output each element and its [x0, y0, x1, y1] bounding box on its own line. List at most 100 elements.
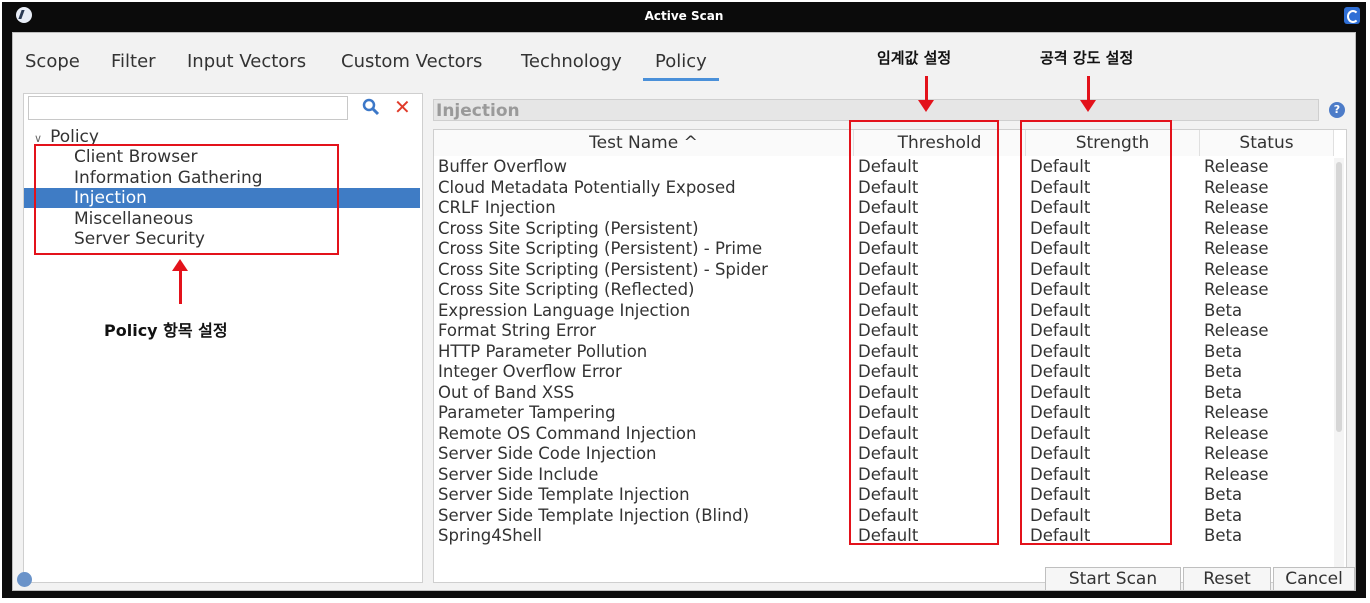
status-cell[interactable]: Release	[1204, 280, 1268, 301]
status-cell[interactable]: Release	[1204, 157, 1268, 178]
tab-filter[interactable]: Filter	[111, 51, 156, 72]
status-cell[interactable]: Beta	[1204, 506, 1242, 527]
scrollbar-thumb[interactable]	[1336, 162, 1342, 432]
table-row[interactable]: Cross Site Scripting (Reflected) Default D…	[434, 280, 1332, 301]
table-row[interactable]: Server Side Template Injection Default Def…	[434, 485, 1332, 506]
table-row[interactable]: HTTP Parameter Pollution Default Default Be…	[434, 342, 1332, 363]
column-header-status[interactable]: Status	[1200, 130, 1334, 156]
status-cell[interactable]: Beta	[1204, 526, 1242, 547]
search-icon[interactable]	[362, 98, 380, 116]
threshold-cell[interactable]: Default	[858, 362, 918, 383]
threshold-cell[interactable]: Default	[858, 403, 918, 424]
strength-cell[interactable]: Default	[1030, 485, 1090, 506]
status-cell[interactable]: Beta	[1204, 301, 1242, 322]
strength-cell[interactable]: Default	[1030, 506, 1090, 527]
table-row[interactable]: Spring4Shell Default Default Beta	[434, 526, 1332, 547]
threshold-cell[interactable]: Default	[858, 239, 918, 260]
threshold-cell[interactable]: Default	[858, 219, 918, 240]
threshold-cell[interactable]: Default	[858, 526, 918, 547]
cancel-button[interactable]: Cancel	[1273, 567, 1355, 591]
table-row[interactable]: Server Side Template Injection (Blind) De…	[434, 506, 1332, 527]
tab-policy[interactable]: Policy	[643, 51, 719, 81]
status-cell[interactable]: Release	[1204, 403, 1268, 424]
strength-cell[interactable]: Default	[1030, 178, 1090, 199]
strength-cell[interactable]: Default	[1030, 444, 1090, 465]
strength-cell[interactable]: Default	[1030, 280, 1090, 301]
threshold-cell[interactable]: Default	[858, 465, 918, 486]
status-cell[interactable]: Release	[1204, 321, 1268, 342]
strength-cell[interactable]: Default	[1030, 403, 1090, 424]
help-icon[interactable]: ?	[1329, 102, 1345, 118]
status-cell[interactable]: Beta	[1204, 485, 1242, 506]
tab-scope[interactable]: Scope	[25, 51, 80, 72]
threshold-cell[interactable]: Default	[858, 198, 918, 219]
status-cell[interactable]: Release	[1204, 465, 1268, 486]
threshold-cell[interactable]: Default	[858, 424, 918, 445]
tab-custom-vectors[interactable]: Custom Vectors	[341, 51, 482, 72]
table-row[interactable]: Cross Site Scripting (Persistent) - Spid…	[434, 260, 1332, 281]
window-menu-icon[interactable]	[1344, 7, 1360, 24]
strength-cell[interactable]: Default	[1030, 321, 1090, 342]
threshold-cell[interactable]: Default	[858, 280, 918, 301]
table-row[interactable]: Cross Site Scripting (Persistent) Default…	[434, 219, 1332, 240]
column-header-strength[interactable]: Strength	[1026, 130, 1200, 156]
table-row[interactable]: Expression Language Injection Default Defa…	[434, 301, 1332, 322]
strength-cell[interactable]: Default	[1030, 198, 1090, 219]
threshold-cell[interactable]: Default	[858, 178, 918, 199]
threshold-cell[interactable]: Default	[858, 260, 918, 281]
clear-icon[interactable]: ✕	[394, 97, 411, 117]
tree-item-server-security[interactable]: Server Security	[24, 229, 420, 249]
table-row[interactable]: Cross Site Scripting (Persistent) - Prim…	[434, 239, 1332, 260]
tree-search-input[interactable]	[28, 96, 348, 120]
table-scrollbar[interactable]	[1334, 158, 1344, 578]
strength-cell[interactable]: Default	[1030, 342, 1090, 363]
start-scan-button[interactable]: Start Scan	[1045, 567, 1181, 591]
reset-button[interactable]: Reset	[1183, 567, 1271, 591]
column-header-test-name[interactable]: Test Name ^	[434, 130, 854, 156]
strength-cell[interactable]: Default	[1030, 157, 1090, 178]
strength-cell[interactable]: Default	[1030, 383, 1090, 404]
table-row[interactable]: Buffer Overflow Default Default Release	[434, 157, 1332, 178]
status-cell[interactable]: Release	[1204, 260, 1268, 281]
status-cell[interactable]: Release	[1204, 444, 1268, 465]
strength-cell[interactable]: Default	[1030, 239, 1090, 260]
strength-cell[interactable]: Default	[1030, 362, 1090, 383]
status-cell[interactable]: Release	[1204, 424, 1268, 445]
threshold-cell[interactable]: Default	[858, 506, 918, 527]
strength-cell[interactable]: Default	[1030, 465, 1090, 486]
threshold-cell[interactable]: Default	[858, 301, 918, 322]
tab-input-vectors[interactable]: Input Vectors	[187, 51, 306, 72]
threshold-cell[interactable]: Default	[858, 342, 918, 363]
table-row[interactable]: Remote OS Command Injection Default Defaul…	[434, 424, 1332, 445]
strength-cell[interactable]: Default	[1030, 526, 1090, 547]
status-cell[interactable]: Beta	[1204, 383, 1242, 404]
tree-item-miscellaneous[interactable]: Miscellaneous	[24, 209, 420, 229]
tree-root-policy[interactable]: ∨ Policy	[34, 127, 99, 147]
tab-technology[interactable]: Technology	[521, 51, 622, 72]
chevron-down-icon[interactable]: ∨	[34, 132, 42, 145]
strength-cell[interactable]: Default	[1030, 260, 1090, 281]
column-header-threshold[interactable]: Threshold	[854, 130, 1026, 156]
strength-cell[interactable]: Default	[1030, 424, 1090, 445]
threshold-cell[interactable]: Default	[858, 444, 918, 465]
table-row[interactable]: Parameter Tampering Default Default Release	[434, 403, 1332, 424]
threshold-cell[interactable]: Default	[858, 383, 918, 404]
table-row[interactable]: Cloud Metadata Potentially Exposed Defaul…	[434, 178, 1332, 199]
status-cell[interactable]: Release	[1204, 239, 1268, 260]
tree-item-injection[interactable]: Injection	[24, 188, 420, 208]
status-cell[interactable]: Release	[1204, 198, 1268, 219]
table-row[interactable]: Server Side Include Default Default Release	[434, 465, 1332, 486]
table-row[interactable]: CRLF Injection Default Default Release	[434, 198, 1332, 219]
tree-item-client-browser[interactable]: Client Browser	[24, 147, 420, 167]
table-row[interactable]: Server Side Code Injection Default Default…	[434, 444, 1332, 465]
strength-cell[interactable]: Default	[1030, 219, 1090, 240]
threshold-cell[interactable]: Default	[858, 321, 918, 342]
tree-item-information-gathering[interactable]: Information Gathering	[24, 168, 420, 188]
table-row[interactable]: Format String Error Default Default Release	[434, 321, 1332, 342]
table-row[interactable]: Integer Overflow Error Default Default Beta	[434, 362, 1332, 383]
threshold-cell[interactable]: Default	[858, 157, 918, 178]
threshold-cell[interactable]: Default	[858, 485, 918, 506]
status-cell[interactable]: Beta	[1204, 342, 1242, 363]
table-row[interactable]: Out of Band XSS Default Default Beta	[434, 383, 1332, 404]
strength-cell[interactable]: Default	[1030, 301, 1090, 322]
